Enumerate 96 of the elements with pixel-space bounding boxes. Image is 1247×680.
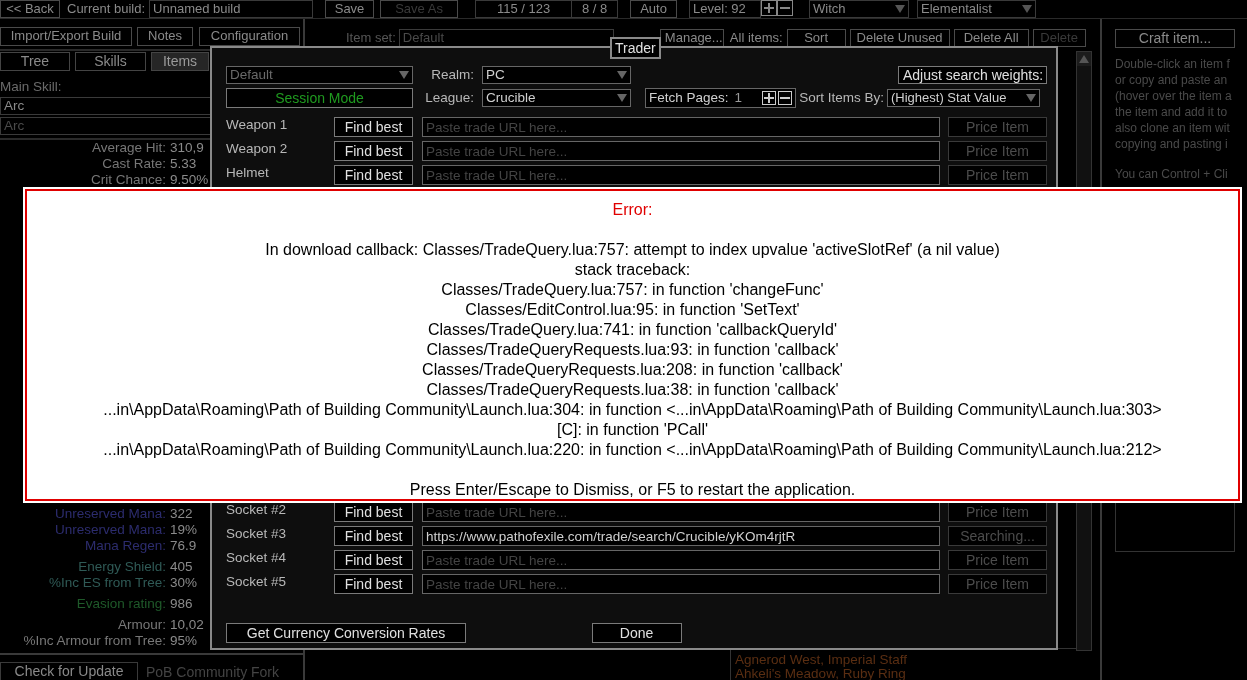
slot-label: Weapon 2 <box>226 140 289 158</box>
stat-label: Crit Chance: <box>89 172 166 188</box>
trade-url-field[interactable]: Paste trade URL here... <box>422 117 940 137</box>
find-best-button[interactable]: Find best <box>334 165 413 185</box>
dropdown[interactable]: Witch <box>809 0 910 18</box>
trade-url-field[interactable]: Paste trade URL here... <box>422 141 940 161</box>
error-line: ...in\AppData\Roaming\Path of Building Community\Launch.lua:304: in function <...in\AppData\Roaming\Path of Building Community\Launch.lua:303> <box>102 400 1163 420</box>
league-label: League: <box>424 89 475 107</box>
error-line: stack traceback: <box>573 260 692 280</box>
stat-label: Mana Regen: <box>83 538 166 554</box>
trade-url-field[interactable]: Paste trade URL here... <box>422 165 940 185</box>
stat-value: 322 <box>170 506 194 522</box>
error-line: Classes/TradeQueryRequests.lua:93: in function 'callback' <box>425 340 840 360</box>
stat-label: %Inc Armour from Tree: <box>22 633 166 649</box>
update-button[interactable]: Check for Update <box>0 662 138 680</box>
stat-label: Unreserved Mana: <box>53 506 166 522</box>
slot-label: Helmet <box>226 164 270 182</box>
stat-value: 19% <box>170 522 198 538</box>
find-best-button[interactable]: Find best <box>334 141 413 161</box>
tab[interactable]: Tree <box>0 52 70 71</box>
done-button[interactable]: Done <box>591 623 682 643</box>
list-button[interactable]: Delete All <box>953 29 1029 47</box>
error-line: [C]: in function 'PCall' <box>555 420 710 440</box>
tab[interactable]: Skills <box>75 52 146 71</box>
stat-value: 9.50% <box>170 172 209 188</box>
realm-label: Realm: <box>430 66 475 84</box>
session-mode-button[interactable]: Session Mode <box>226 88 413 108</box>
tab[interactable]: Items <box>151 52 209 71</box>
dropdown[interactable]: Elementalist <box>917 0 1037 18</box>
stat-label: Armour: <box>117 617 166 633</box>
slot-label: Socket #5 <box>226 573 288 591</box>
slot-label: Weapon 1 <box>226 116 289 134</box>
sort-label: Sort Items By: <box>798 89 885 107</box>
find-best-button[interactable]: Find best <box>334 502 413 522</box>
dropdown[interactable]: Crucible <box>482 89 631 107</box>
item-set-label: Item set: <box>346 29 396 46</box>
trade-url-field[interactable]: Paste trade URL here... <box>422 574 940 594</box>
dropdown[interactable]: PC <box>482 66 631 84</box>
error-title: Error: <box>611 200 654 220</box>
trade-url-field[interactable]: Paste trade URL here... <box>422 550 940 570</box>
level-field[interactable]: Level: 92 <box>689 0 762 18</box>
all-items-label: All items: <box>729 29 783 46</box>
dropdown[interactable]: (Highest) Stat Value <box>887 89 1040 107</box>
find-best-button[interactable]: Find best <box>334 574 413 594</box>
help-text: Double-click an item f or copy and paste an (hover over the item a the item and add it to also clone an item wit copying and pasting i <box>1115 56 1233 152</box>
stat-value: 95% <box>170 633 199 649</box>
list-button[interactable]: Delete Unused <box>849 29 950 47</box>
stat-value: 986 <box>170 596 193 612</box>
trade-url-field[interactable]: Paste trade URL here... <box>422 502 940 522</box>
stat-value: 5.33 <box>170 156 198 172</box>
back-button[interactable]: << Back <box>0 0 60 18</box>
error-line: In download callback: Classes/TradeQuery.lua:757: attempt to index upvalue 'activeSlotRef' (a nil value) <box>264 240 1001 260</box>
find-best-button[interactable]: Find best <box>334 117 413 137</box>
error-line: Classes/TradeQueryRequests.lua:38: in function 'callback' <box>425 380 840 400</box>
error-line: Classes/TradeQueryRequests.lua:208: in function 'callback' <box>421 360 844 380</box>
stat-label: Unreserved Mana: <box>53 522 166 538</box>
stat-label: %Inc ES from Tree: <box>47 575 166 591</box>
find-best-button[interactable]: Find best <box>334 526 413 546</box>
find-best-button[interactable]: Find best <box>334 550 413 570</box>
build-button[interactable]: Import/Export Build <box>0 27 132 46</box>
craft-button[interactable]: Craft item... <box>1115 29 1235 48</box>
error-line: Classes/TradeQuery.lua:757: in function 'changeFunc' <box>440 280 825 300</box>
slot-label: Socket #2 <box>226 501 288 519</box>
passive-points: 115 / 123 <box>476 1 573 17</box>
error-line: Classes/EditControl.lua:95: in function 'SetText' <box>464 300 801 320</box>
stat-label: Cast Rate: <box>101 156 166 172</box>
dialog-title: Trader <box>610 37 661 59</box>
stat-value: 310,9 <box>170 140 205 156</box>
ascendancy-points: 8 / 8 <box>580 1 609 17</box>
build-button[interactable]: Configuration <box>199 27 300 46</box>
fork-label: PoB Community Fork <box>146 663 280 680</box>
stat-label: Evasion rating: <box>75 596 166 612</box>
slot-label: Socket #4 <box>226 549 288 567</box>
stat-label: Energy Shield: <box>77 559 166 575</box>
build-name-field[interactable]: Unnamed build <box>149 0 314 18</box>
error-hint: Press Enter/Escape to Dismiss, or F5 to restart the application. <box>408 480 857 500</box>
main-skill-label: Main Skill: <box>0 79 62 95</box>
build-label: Current build: <box>67 0 146 17</box>
error-line: Classes/TradeQuery.lua:741: in function 'callbackQueryId' <box>427 320 838 340</box>
manage-button[interactable]: Manage... <box>659 29 724 47</box>
stat-value: 30% <box>170 575 198 591</box>
save-button[interactable]: Save <box>325 0 375 18</box>
trade-url-field[interactable]: https://www.pathofexile.com/trade/search/Crucible/yKOm4rjtR <box>422 526 940 546</box>
build-button[interactable]: Notes <box>137 27 193 46</box>
stat-label: Average Hit: <box>90 140 166 156</box>
stat-value: 405 <box>170 559 194 575</box>
stat-value: 76.9 <box>170 538 198 554</box>
slot-label: Socket #3 <box>226 525 288 543</box>
stat-value: 10,02 <box>170 617 204 633</box>
error-line: ...in\AppData\Roaming\Path of Building Community\Launch.lua:220: in function <...in\AppData\Roaming\Path of Building Community\Launch.lua:212> <box>102 440 1163 460</box>
help-text: You can Control + Cli <box>1115 166 1229 182</box>
weights-button[interactable]: Adjust search weights: <box>898 66 1047 84</box>
auto-button[interactable]: Auto <box>630 0 678 18</box>
currency-rates-button[interactable]: Get Currency Conversion Rates <box>226 623 466 643</box>
fetch-pages-field[interactable]: Fetch Pages: 1 <box>645 88 796 108</box>
list-button[interactable]: Sort <box>786 29 846 47</box>
